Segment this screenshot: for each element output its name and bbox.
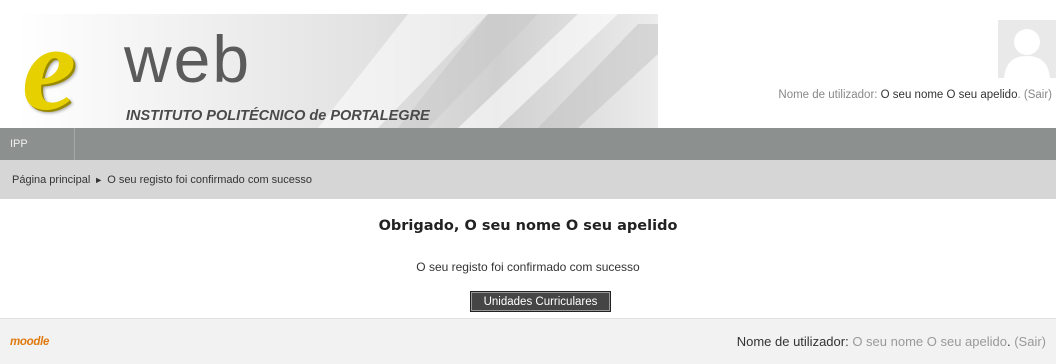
custom-menu-bar: IPP [0,128,1056,160]
main-content: Obrigado, O seu nome O seu apelido O seu… [0,199,1056,319]
breadcrumb-current: O seu registo foi confirmado com sucesso [107,174,313,186]
avatar-silhouette-icon [998,20,1056,78]
footer-user-name-link[interactable]: O seu nome O seu apelido [852,334,1007,349]
confirmation-message: O seu registo foi confirmado com sucesso [416,260,640,274]
user-name-link[interactable]: O seu nome O seu apelido [881,89,1018,101]
breadcrumb-home-link[interactable]: Página principal [12,174,90,186]
header-login-info: Nome de utilizador: O seu nome O seu ape… [778,89,1052,101]
login-prefix: Nome de utilizador: [778,89,881,101]
moodle-logo[interactable]: moodle [10,336,49,348]
logo-word-web: web [124,22,252,96]
logo-institution-name: INSTITUTO POLITÉCNICO de PORTALEGRE [126,108,430,124]
logo-letter-e: e [22,14,77,128]
page-footer: moodle Nome de utilizador: O seu nome O … [0,318,1056,364]
footer-login-info: Nome de utilizador: O seu nome O seu ape… [737,334,1046,349]
continue-button[interactable]: Unidades Curriculares [470,291,611,312]
menu-item-ipp[interactable]: IPP [0,128,75,160]
eweb-logo[interactable]: e web INSTITUTO POLITÉCNICO de PORTALEGR… [18,14,658,128]
page-header: e web INSTITUTO POLITÉCNICO de PORTALEGR… [0,0,1056,128]
user-avatar-icon[interactable] [998,20,1056,78]
thanks-heading: Obrigado, O seu nome O seu apelido [378,218,678,234]
footer-login-prefix: Nome de utilizador: [736,334,853,349]
logout-link[interactable]: (Sair) [1024,89,1052,101]
moodle-logo-text: moodle [10,336,50,348]
navigation-bar: Página principal ► O seu registo foi confi… [0,160,1056,199]
breadcrumb-separator-icon: ► [94,175,104,185]
breadcrumb: Página principal ► O seu registo foi confi… [12,174,312,186]
footer-logout-link[interactable]: (Sair) [1014,334,1046,349]
